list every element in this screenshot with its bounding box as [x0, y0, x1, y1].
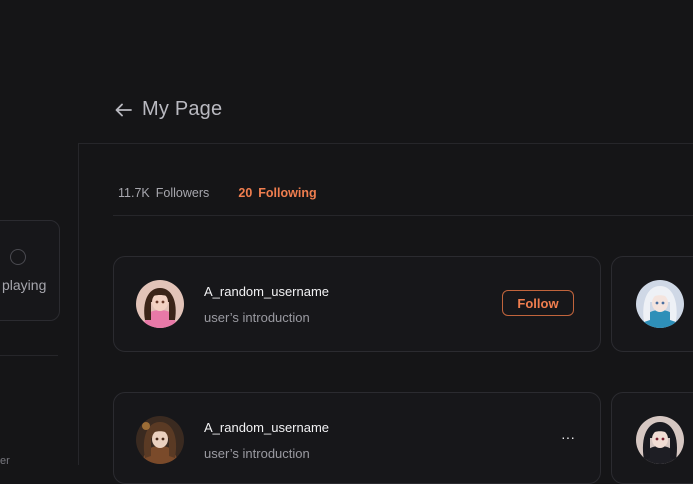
- sidebar-bottom-text: er: [0, 455, 10, 467]
- header-divider: [78, 143, 693, 144]
- username: A_random_username: [204, 284, 330, 299]
- more-horizontal-icon[interactable]: ···: [558, 430, 578, 445]
- tab-following[interactable]: 20 Following: [229, 186, 326, 216]
- user-card[interactable]: A_random_username user’s introduction ··…: [113, 392, 601, 484]
- avatar[interactable]: [636, 416, 684, 464]
- tab-label: Following: [258, 186, 317, 200]
- tab-bar: 11.7K Followers 20 Following: [113, 186, 693, 216]
- follow-button[interactable]: Follow: [502, 290, 574, 316]
- back-button[interactable]: My Page: [115, 98, 222, 121]
- sidebar-separator: [0, 355, 58, 356]
- arrow-left-icon: [115, 103, 132, 117]
- sidebar-divider: [78, 143, 79, 465]
- user-card[interactable]: A_random_username user’s introduction Fo…: [113, 256, 601, 352]
- avatar[interactable]: [136, 280, 184, 328]
- sidebar-card[interactable]: playing: [0, 220, 60, 321]
- user-introduction: user’s introduction: [204, 310, 310, 325]
- user-introduction: user’s introduction: [204, 446, 310, 461]
- tab-followers[interactable]: 11.7K Followers: [113, 186, 220, 215]
- radio-icon: [10, 249, 26, 265]
- avatar[interactable]: [136, 416, 184, 464]
- sidebar-card-text: playing: [2, 277, 47, 293]
- tab-label: Followers: [155, 186, 210, 200]
- user-card[interactable]: [611, 256, 693, 352]
- avatar[interactable]: [636, 280, 684, 328]
- user-card[interactable]: [611, 392, 693, 484]
- tabs-divider: [113, 215, 693, 216]
- page-title: My Page: [142, 98, 223, 120]
- username: A_random_username: [204, 420, 330, 435]
- following-count: 20: [238, 186, 253, 200]
- followers-count: 11.7K: [118, 186, 150, 200]
